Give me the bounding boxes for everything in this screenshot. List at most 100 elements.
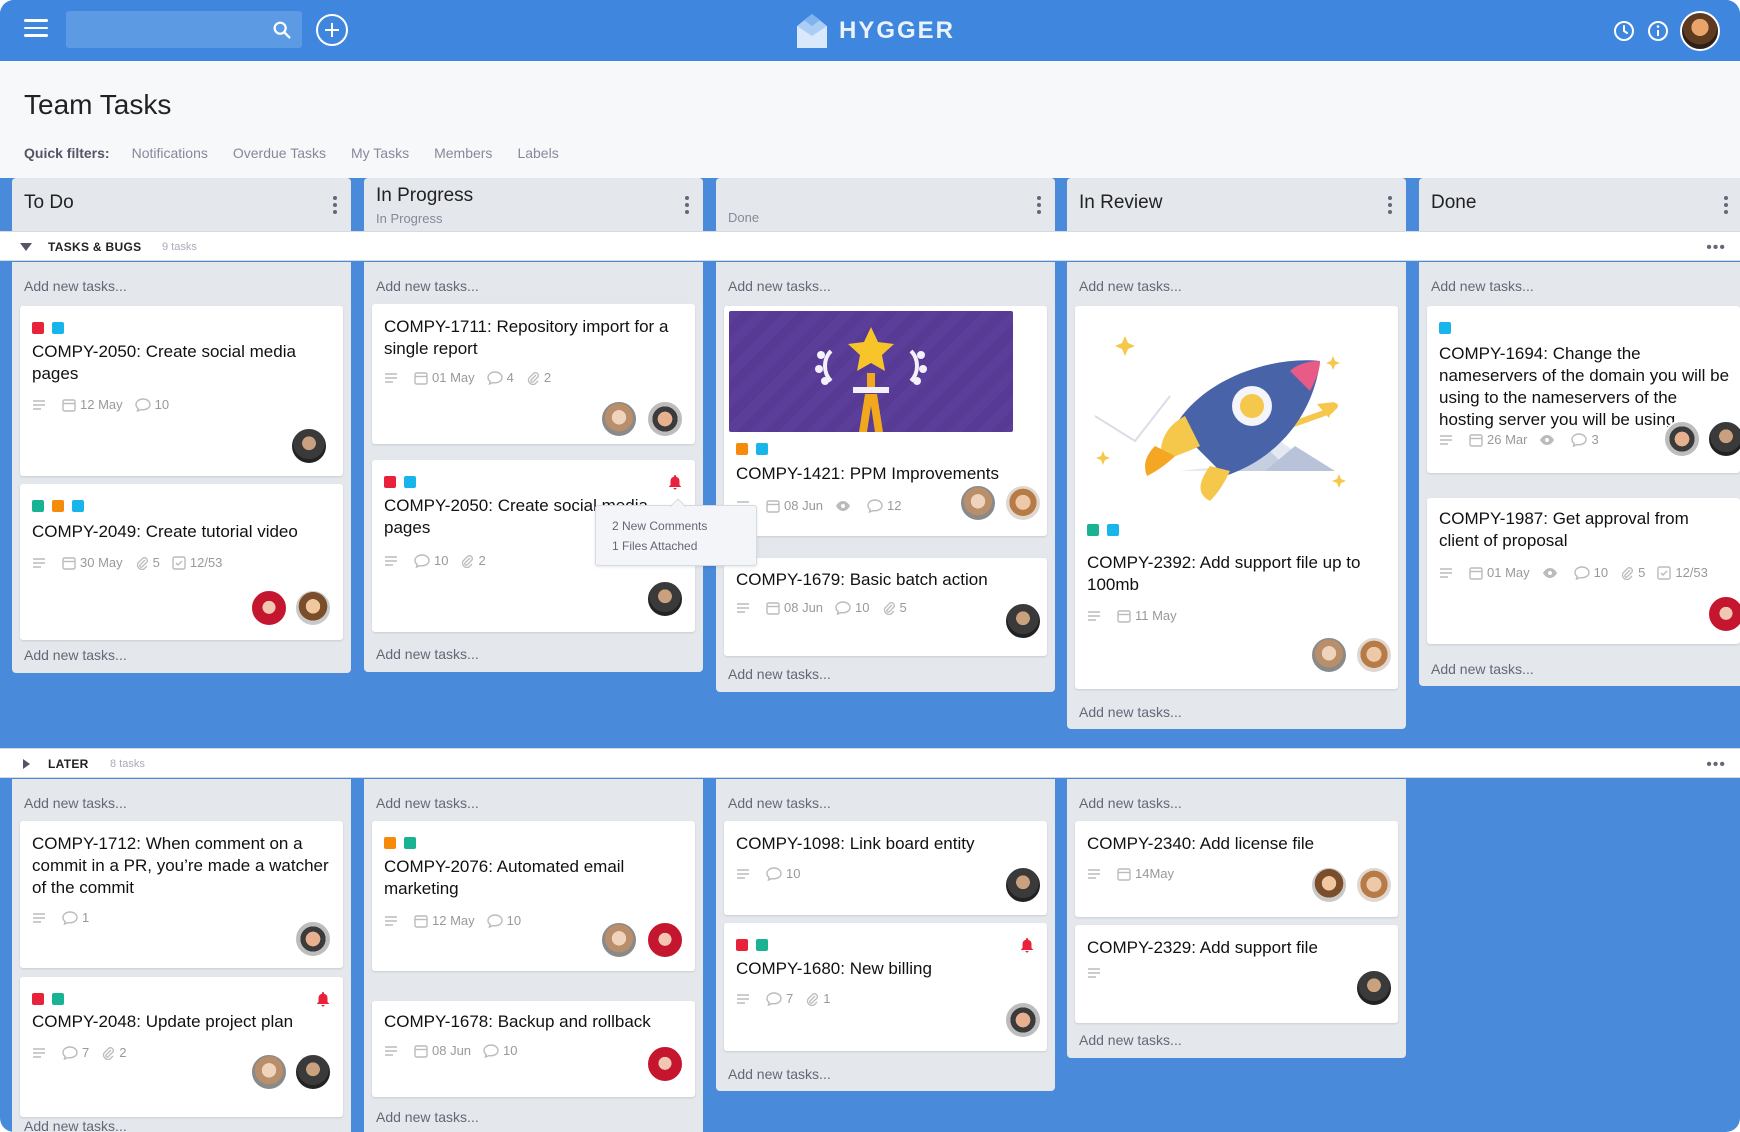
add-icon[interactable] <box>316 14 348 46</box>
add-task-top[interactable]: Add new tasks... <box>24 795 127 811</box>
task-card[interactable]: COMPY-1680: New billing 7 1 <box>724 923 1047 1051</box>
add-task-bottom[interactable]: Add new tasks... <box>728 1066 831 1082</box>
filter-my-tasks[interactable]: My Tasks <box>351 145 409 161</box>
expand-caret-icon[interactable] <box>20 759 32 769</box>
swimlane-menu-icon[interactable]: ••• <box>1706 756 1726 774</box>
avatar[interactable] <box>1004 602 1042 640</box>
filter-members[interactable]: Members <box>434 145 492 161</box>
avatar[interactable] <box>646 1045 684 1083</box>
avatar[interactable] <box>1663 420 1701 458</box>
menu-icon[interactable] <box>24 19 48 41</box>
filter-labels[interactable]: Labels <box>517 145 558 161</box>
avatar[interactable] <box>1004 1001 1042 1039</box>
label-orange <box>52 500 64 512</box>
avatar[interactable] <box>1355 969 1393 1007</box>
later-column-in-review: Add new tasks... COMPY-2340: Add license… <box>1067 779 1406 1058</box>
swimlane-menu-icon[interactable]: ••• <box>1706 239 1726 257</box>
label-cyan <box>1107 524 1119 536</box>
add-task-bottom[interactable]: Add new tasks... <box>24 1118 127 1132</box>
avatar[interactable] <box>1310 636 1348 674</box>
clock-icon[interactable] <box>1612 19 1636 43</box>
avatar[interactable] <box>600 921 638 959</box>
column-menu-icon[interactable] <box>1037 196 1041 214</box>
avatar[interactable] <box>1004 866 1042 904</box>
add-task-bottom[interactable]: Add new tasks... <box>376 646 479 662</box>
add-task-top[interactable]: Add new tasks... <box>728 795 831 811</box>
task-card[interactable]: COMPY-2048: Update project plan 7 2 <box>20 977 343 1117</box>
collapse-caret-icon[interactable] <box>20 242 32 252</box>
column-menu-icon[interactable] <box>1724 196 1728 214</box>
column-title: To Do <box>24 192 74 213</box>
add-task-bottom[interactable]: Add new tasks... <box>1431 661 1534 677</box>
column-menu-icon[interactable] <box>1388 196 1392 214</box>
notification-bell-icon[interactable] <box>316 991 330 1007</box>
filter-notifications[interactable]: Notifications <box>132 145 208 161</box>
label-red <box>384 476 396 488</box>
notification-bell-icon[interactable] <box>1020 937 1034 953</box>
avatar[interactable] <box>646 400 684 438</box>
add-task-top[interactable]: Add new tasks... <box>1079 795 1182 811</box>
search-input[interactable] <box>66 11 266 48</box>
task-card[interactable]: COMPY-1678: Backup and rollback 08 Jun 1… <box>372 1001 695 1097</box>
info-icon[interactable] <box>1646 19 1670 43</box>
swimlane-count: 9 tasks <box>162 241 197 253</box>
card-title: COMPY-1098: Link board entity <box>736 834 975 853</box>
avatar[interactable] <box>600 400 638 438</box>
add-task-bottom[interactable]: Add new tasks... <box>376 1109 479 1125</box>
add-task-bottom[interactable]: Add new tasks... <box>24 647 127 663</box>
avatar[interactable] <box>646 921 684 959</box>
task-card[interactable]: COMPY-1421: PPM Improvements 08 Jun 12 <box>724 306 1047 536</box>
task-card[interactable]: COMPY-2076: Automated email marketing 12… <box>372 821 695 971</box>
avatar[interactable] <box>294 920 332 958</box>
add-task-top[interactable]: Add new tasks... <box>376 278 479 294</box>
avatar[interactable] <box>290 427 328 465</box>
add-task-top[interactable]: Add new tasks... <box>1079 278 1182 294</box>
task-card[interactable]: COMPY-2340: Add license file 14May <box>1075 821 1398 917</box>
add-task-top[interactable]: Add new tasks... <box>24 278 127 294</box>
task-card[interactable]: COMPY-2049: Create tutorial video 30 May… <box>20 484 343 640</box>
task-card[interactable]: COMPY-1694: Change the nameservers of th… <box>1427 306 1740 473</box>
column-menu-icon[interactable] <box>333 196 337 214</box>
avatar[interactable] <box>294 589 332 627</box>
card-title: COMPY-2076: Automated email marketing <box>384 857 625 898</box>
comment-count: 7 <box>82 1045 90 1060</box>
filter-overdue-tasks[interactable]: Overdue Tasks <box>233 145 326 161</box>
task-card[interactable]: COMPY-1987: Get approval from client of … <box>1427 498 1740 644</box>
add-task-bottom[interactable]: Add new tasks... <box>1079 704 1182 720</box>
comment-count: 10 <box>855 600 870 615</box>
top-right-tools <box>1602 11 1720 51</box>
add-task-top[interactable]: Add new tasks... <box>728 278 831 294</box>
avatar[interactable] <box>1310 866 1348 904</box>
task-card[interactable]: COMPY-2392: Add support file up to 100mb… <box>1075 306 1398 689</box>
add-task-top[interactable]: Add new tasks... <box>1431 278 1534 294</box>
task-card[interactable]: COMPY-1711: Repository import for a sing… <box>372 304 695 444</box>
task-card[interactable]: COMPY-2329: Add support file <box>1075 925 1398 1023</box>
avatar[interactable] <box>646 580 684 618</box>
calendar-icon <box>414 914 428 928</box>
task-card[interactable]: COMPY-2050: Create social media pages 12… <box>20 306 343 476</box>
column-menu-icon[interactable] <box>685 196 689 214</box>
user-avatar[interactable] <box>1680 11 1720 51</box>
avatar[interactable] <box>1355 636 1393 674</box>
card-date: 26 Mar <box>1487 432 1528 447</box>
task-card[interactable]: COMPY-1098: Link board entity 10 <box>724 821 1047 915</box>
tooltip-files: 1 Files Attached <box>612 539 698 553</box>
avatar[interactable] <box>294 1053 332 1091</box>
avatar[interactable] <box>1707 595 1740 633</box>
notification-bell-icon[interactable] <box>668 474 682 490</box>
avatar[interactable] <box>1707 420 1740 458</box>
add-task-bottom[interactable]: Add new tasks... <box>1079 1032 1182 1048</box>
avatar[interactable] <box>250 1053 288 1091</box>
task-card[interactable]: COMPY-1712: When comment on a commit in … <box>20 821 343 968</box>
add-task-top[interactable]: Add new tasks... <box>376 795 479 811</box>
comment-count: 3 <box>1591 432 1599 447</box>
task-card[interactable]: COMPY-1679: Basic batch action 08 Jun 10… <box>724 558 1047 656</box>
search-box[interactable] <box>66 11 302 48</box>
avatar[interactable] <box>250 589 288 627</box>
rocket-illustration <box>1094 336 1346 501</box>
avatar[interactable] <box>1355 866 1393 904</box>
avatar[interactable] <box>959 484 997 522</box>
add-task-bottom[interactable]: Add new tasks... <box>728 666 831 682</box>
avatar[interactable] <box>1004 484 1042 522</box>
search-icon[interactable] <box>271 19 293 41</box>
